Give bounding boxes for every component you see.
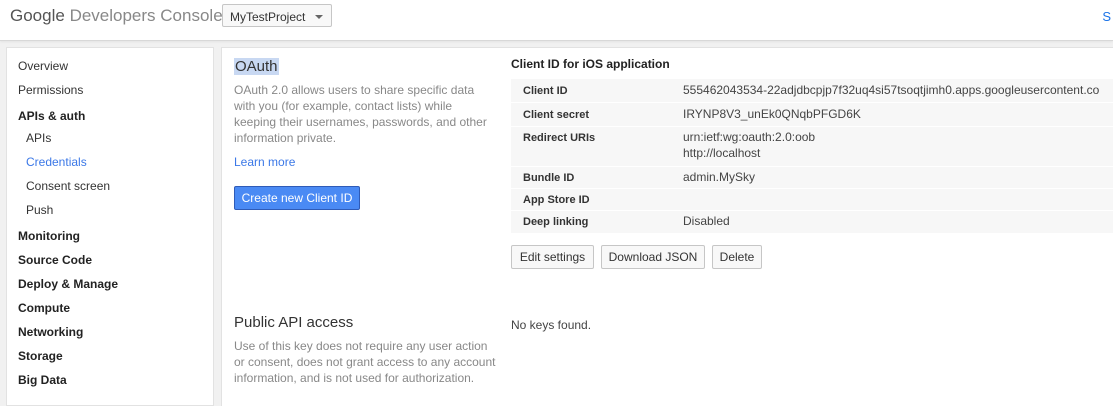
client-id-value: 555462043534-22adjdbcpjp7f32uq4si57tsoqt…	[683, 83, 1100, 97]
deep-linking-key: Deep linking	[523, 216, 589, 228]
app-store-id-key: App Store ID	[523, 194, 590, 206]
client-secret-key: Client secret	[523, 109, 590, 121]
redirect-uri-1: urn:ietf:wg:oauth:2.0:oob	[683, 130, 816, 144]
sidebar-item-deploy-manage[interactable]: Deploy & Manage	[18, 277, 118, 291]
project-name: MyTestProject	[230, 10, 306, 24]
top-right-link[interactable]: S	[1102, 9, 1111, 24]
edit-settings-button[interactable]: Edit settings	[511, 245, 594, 269]
sidebar-item-overview[interactable]: Overview	[18, 59, 68, 73]
client-card-title: Client ID for iOS application	[511, 57, 670, 71]
top-bar: Google Developers Console MyTestProject …	[0, 0, 1113, 41]
sidebar-item-push[interactable]: Push	[26, 203, 53, 217]
bundle-id-value: admin.MySky	[683, 170, 756, 184]
sidebar-item-credentials[interactable]: Credentials	[26, 155, 87, 169]
oauth-title: OAuth	[234, 58, 279, 75]
redirect-uris-key: Redirect URIs	[523, 132, 596, 144]
client-secret-value: IRYNP8V3_unEk0QNqbPFGD6K	[683, 107, 861, 121]
brand-google: Google	[10, 6, 65, 25]
public-api-description: Use of this key does not require any use…	[234, 339, 496, 385]
brand-title: Developers Console	[69, 6, 223, 25]
chevron-down-icon	[315, 15, 323, 19]
sidebar-item-permissions[interactable]: Permissions	[18, 83, 83, 97]
download-json-button[interactable]: Download JSON	[601, 245, 705, 269]
sidebar: Overview Permissions APIs & auth APIs Cr…	[6, 47, 214, 406]
table-row: Client secret IRYNP8V3_unEk0QNqbPFGD6K	[511, 102, 1113, 127]
no-keys-message: No keys found.	[511, 318, 592, 332]
create-client-id-button[interactable]: Create new Client ID	[234, 186, 360, 210]
learn-more-link[interactable]: Learn more	[234, 155, 295, 169]
public-api-title: Public API access	[234, 314, 354, 331]
table-row: Redirect URIs urn:ietf:wg:oauth:2.0:oob …	[511, 126, 1113, 167]
sidebar-item-source-code[interactable]: Source Code	[18, 253, 92, 267]
bundle-id-key: Bundle ID	[523, 172, 575, 184]
project-selector[interactable]: MyTestProject	[222, 4, 332, 27]
sidebar-item-compute[interactable]: Compute	[18, 301, 70, 315]
sidebar-item-consent-screen[interactable]: Consent screen	[26, 179, 110, 193]
sidebar-item-apis[interactable]: APIs	[26, 131, 51, 145]
main-content: OAuth OAuth 2.0 allows users to share sp…	[221, 47, 1113, 406]
sidebar-item-networking[interactable]: Networking	[18, 325, 83, 339]
client-id-key: Client ID	[523, 85, 568, 97]
sidebar-item-storage[interactable]: Storage	[18, 349, 63, 363]
sidebar-item-apis-auth[interactable]: APIs & auth	[18, 109, 85, 123]
app-logo[interactable]: Google Developers Console	[10, 6, 223, 26]
table-row: App Store ID	[511, 188, 1113, 211]
deep-linking-value: Disabled	[683, 214, 730, 228]
redirect-uri-2: http://localhost	[683, 146, 761, 160]
table-row: Deep linking Disabled	[511, 210, 1113, 233]
oauth-description: OAuth 2.0 allows users to share specific…	[234, 83, 487, 145]
sidebar-item-big-data[interactable]: Big Data	[18, 373, 67, 387]
sidebar-item-monitoring[interactable]: Monitoring	[18, 229, 80, 243]
table-row: Client ID 555462043534-22adjdbcpjp7f32uq…	[511, 78, 1113, 103]
table-row: Bundle ID admin.MySky	[511, 166, 1113, 189]
delete-button[interactable]: Delete	[712, 245, 762, 269]
